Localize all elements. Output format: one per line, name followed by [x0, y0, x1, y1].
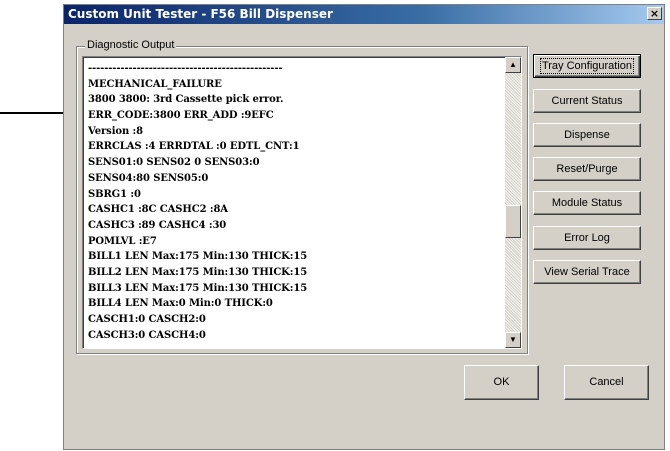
close-button[interactable]: × — [647, 7, 662, 20]
output-line: ----------------------------------------… — [88, 63, 283, 74]
title-bar: Custom Unit Tester - F56 Bill Dispenser … — [64, 5, 664, 24]
error-log-button[interactable]: Error Log — [533, 226, 641, 250]
output-line: SBRG1 :0 — [88, 188, 141, 200]
output-lines: ----------------------------------------… — [88, 61, 503, 343]
output-line: BILL3 LEN Max:175 Min:130 THICK:15 — [88, 282, 308, 294]
scroll-thumb[interactable] — [505, 205, 521, 238]
output-line: POMLVL :E7 — [88, 235, 157, 247]
tray-configuration-label: Tray Configuration — [539, 58, 635, 74]
module-status-button[interactable]: Module Status — [533, 191, 641, 215]
diagnostic-output-textbox[interactable]: ----------------------------------------… — [82, 56, 522, 349]
output-line: SENS04:80 SENS05:0 — [88, 172, 209, 184]
output-line: 3800 3800: 3rd Cassette pick error. — [88, 94, 284, 106]
output-line: CASCH1:0 CASCH2:0 — [88, 314, 206, 325]
output-line: Version :8 — [88, 125, 143, 137]
diagnostic-output-group: Diagnostic Output ----------------------… — [76, 39, 528, 354]
scroll-down-button[interactable]: ▼ — [505, 332, 521, 348]
output-line: CASCH3:0 CASCH4:0 — [88, 329, 206, 341]
window-title: Custom Unit Tester - F56 Bill Dispenser — [68, 7, 333, 21]
output-line: BILL2 LEN Max:175 Min:130 THICK:15 — [88, 266, 308, 278]
dialog-window: Custom Unit Tester - F56 Bill Dispenser … — [63, 4, 665, 450]
output-line: CASHC3 :89 CASHC4 :30 — [88, 219, 227, 231]
output-line: SENS01:0 SENS02 0 SENS03:0 — [88, 157, 260, 169]
scroll-up-button[interactable]: ▲ — [505, 57, 521, 73]
dispense-button[interactable]: Dispense — [533, 123, 641, 147]
tray-configuration-button[interactable]: Tray Configuration — [533, 54, 641, 78]
view-serial-trace-button[interactable]: View Serial Trace — [533, 260, 641, 284]
output-line: ERR_CODE:3800 ERR_ADD :9EFC — [88, 110, 274, 122]
vertical-scrollbar[interactable]: ▲ ▼ — [505, 57, 521, 348]
group-label: Diagnostic Output — [85, 39, 177, 51]
current-status-button[interactable]: Current Status — [533, 89, 641, 113]
output-line: ERRCLAS :4 ERRDTAL :0 EDTL_CNT:1 — [88, 141, 300, 153]
ok-button[interactable]: OK — [464, 365, 539, 400]
reset-purge-button[interactable]: Reset/Purge — [533, 157, 641, 181]
output-line: CASHC1 :8C CASHC2 :8A — [88, 204, 228, 216]
output-line: MECHANICAL_FAILURE — [88, 78, 222, 90]
output-line: BILL1 LEN Max:175 Min:130 THICK:15 — [88, 251, 308, 263]
output-line: BILL4 LEN Max:0 Min:0 THICK:0 — [88, 298, 273, 310]
cancel-button[interactable]: Cancel — [564, 365, 649, 400]
